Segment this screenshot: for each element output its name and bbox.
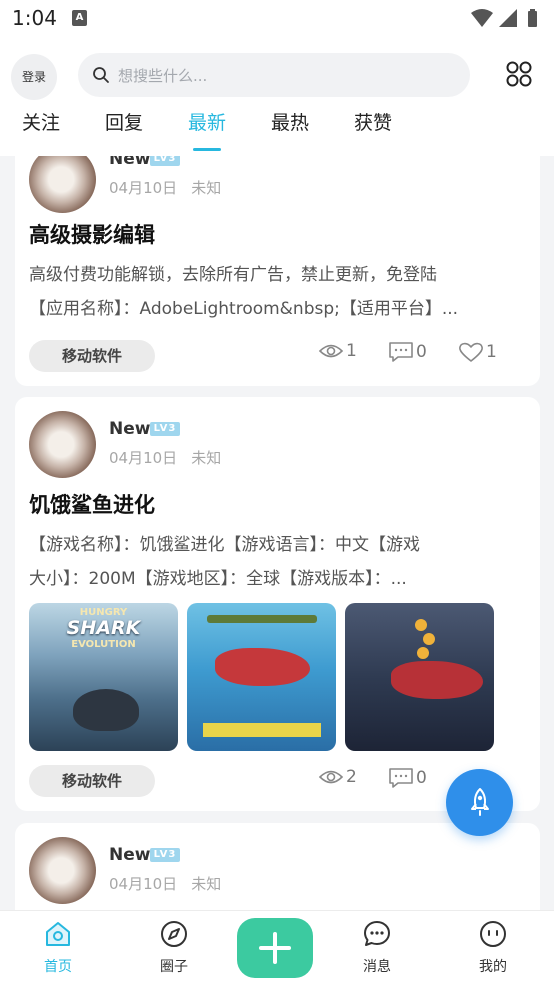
feed-tabs: 关注 回复 最新 最热 获赞 (0, 104, 554, 154)
level-badge: LV3 (150, 422, 180, 436)
search-input[interactable]: 想搜些什么... (78, 53, 470, 97)
heart-icon (459, 342, 483, 362)
level-badge: LV3 (150, 848, 180, 862)
bottom-nav: 首页 圈子 消息 我的 (0, 910, 554, 985)
tab-following[interactable]: 关注 (22, 108, 60, 135)
status-indicators (470, 8, 542, 34)
post-excerpt[interactable]: 【游戏名称】：饥饿鲨进化【游戏语言】：中文【游戏 大小】：200M【游戏地区】：… (29, 528, 525, 596)
status-time: 1:04 (12, 6, 57, 30)
avatar[interactable] (29, 156, 96, 213)
excerpt-line: 高级付费功能解锁，去除所有广告，禁止更新，免登陆 (29, 265, 437, 285)
image-shark-shape (391, 661, 483, 699)
tab-hottest[interactable]: 最热 (271, 108, 309, 135)
comment-icon (389, 342, 413, 362)
views-count: 1 (318, 341, 357, 361)
image-health-bar (207, 615, 317, 623)
category-tag[interactable]: 移动软件 (29, 765, 155, 797)
nav-label: 我的 (479, 959, 507, 975)
views-count: 2 (318, 767, 357, 787)
post-card[interactable]: New LV3 04月10日 未知 (15, 823, 540, 910)
excerpt-line: 大小】：200M【游戏地区】：全球【游戏版本】：... (29, 569, 407, 589)
nav-home[interactable]: 首页 (18, 919, 98, 976)
post-image-1[interactable]: HUNGRY SHARK EVOLUTION (29, 603, 178, 751)
header: 登录 想搜些什么... 关注 回复 最新 最热 获赞 (0, 38, 554, 156)
post-image-2[interactable] (187, 603, 336, 751)
nav-profile[interactable]: 我的 (453, 919, 533, 976)
comment-button[interactable]: 0 (388, 341, 427, 363)
image-subtitle: EVOLUTION (71, 639, 136, 650)
login-button[interactable]: 登录 (11, 54, 57, 100)
add-post-button[interactable] (237, 918, 313, 978)
status-bar: 1:04 A (0, 0, 554, 38)
post-excerpt[interactable]: 高级付费功能解锁，去除所有广告，禁止更新，免登陆 【应用名称】：AdobeLig… (29, 258, 525, 326)
tab-liked[interactable]: 获赞 (354, 108, 392, 135)
excerpt-line: 【游戏名称】：饥饿鲨进化【游戏语言】：中文【游戏 (29, 535, 420, 555)
post-card[interactable]: New LV3 04月10日 未知 高级摄影编辑 高级付费功能解锁，去除所有广告，… (15, 156, 540, 386)
nav-label: 首页 (44, 959, 72, 975)
post-card[interactable]: New LV3 04月10日 未知 饥饿鲨鱼进化 【游戏名称】：饥饿鲨进化【游戏语… (15, 397, 540, 811)
username[interactable]: New (109, 156, 150, 169)
search-placeholder: 想搜些什么... (118, 67, 208, 85)
profile-icon (480, 921, 506, 947)
image-title: SHARK (66, 617, 141, 639)
post-meta: 04月10日 未知 (109, 447, 221, 468)
level-badge: LV3 (150, 156, 180, 166)
search-icon (93, 67, 109, 83)
eye-icon (318, 770, 344, 784)
post-date: 04月10日 (109, 875, 178, 893)
image-hud-panel (203, 723, 321, 737)
post-image-3[interactable] (345, 603, 494, 751)
tab-replies[interactable]: 回复 (105, 108, 143, 135)
like-button[interactable]: 1 (458, 341, 497, 363)
rocket-icon (471, 788, 489, 816)
username[interactable]: New (109, 845, 150, 865)
nav-messages[interactable]: 消息 (337, 919, 417, 976)
username[interactable]: New (109, 419, 150, 439)
message-icon (364, 921, 390, 946)
avatar[interactable] (29, 411, 96, 478)
excerpt-line: 【应用名称】：AdobeLightroom&nbsp;【适用平台】... (29, 299, 459, 319)
home-icon (46, 922, 70, 946)
signal-icon (499, 9, 517, 27)
image-shark-shape (215, 648, 310, 686)
battery-icon (528, 9, 537, 27)
wifi-icon (471, 9, 493, 27)
tab-active-indicator (193, 148, 221, 151)
compass-icon (161, 921, 187, 947)
post-meta: 04月10日 未知 (109, 177, 221, 198)
image-shark-shape (73, 689, 139, 731)
image-coin (415, 619, 427, 631)
post-date: 04月10日 (109, 449, 178, 467)
image-coin (423, 633, 435, 645)
eye-icon (318, 344, 344, 358)
plus-icon (259, 932, 291, 964)
post-location: 未知 (191, 179, 222, 197)
post-location: 未知 (191, 875, 222, 893)
notification-icon: A (72, 10, 87, 26)
post-location: 未知 (191, 449, 222, 467)
comment-icon (389, 768, 413, 788)
comment-button[interactable]: 0 (388, 767, 427, 789)
nav-circle[interactable]: 圈子 (134, 919, 214, 976)
post-date: 04月10日 (109, 179, 178, 197)
avatar[interactable] (29, 837, 96, 904)
post-title[interactable]: 饥饿鲨鱼进化 (29, 489, 155, 519)
image-coin (417, 647, 429, 659)
post-title[interactable]: 高级摄影编辑 (29, 219, 155, 249)
grid-menu-icon[interactable] (505, 60, 533, 88)
nav-label: 消息 (363, 959, 391, 975)
nav-label: 圈子 (160, 959, 188, 975)
tab-latest[interactable]: 最新 (188, 108, 226, 135)
category-tag[interactable]: 移动软件 (29, 340, 155, 372)
post-meta: 04月10日 未知 (109, 873, 221, 894)
rocket-fab-button[interactable] (446, 769, 513, 836)
